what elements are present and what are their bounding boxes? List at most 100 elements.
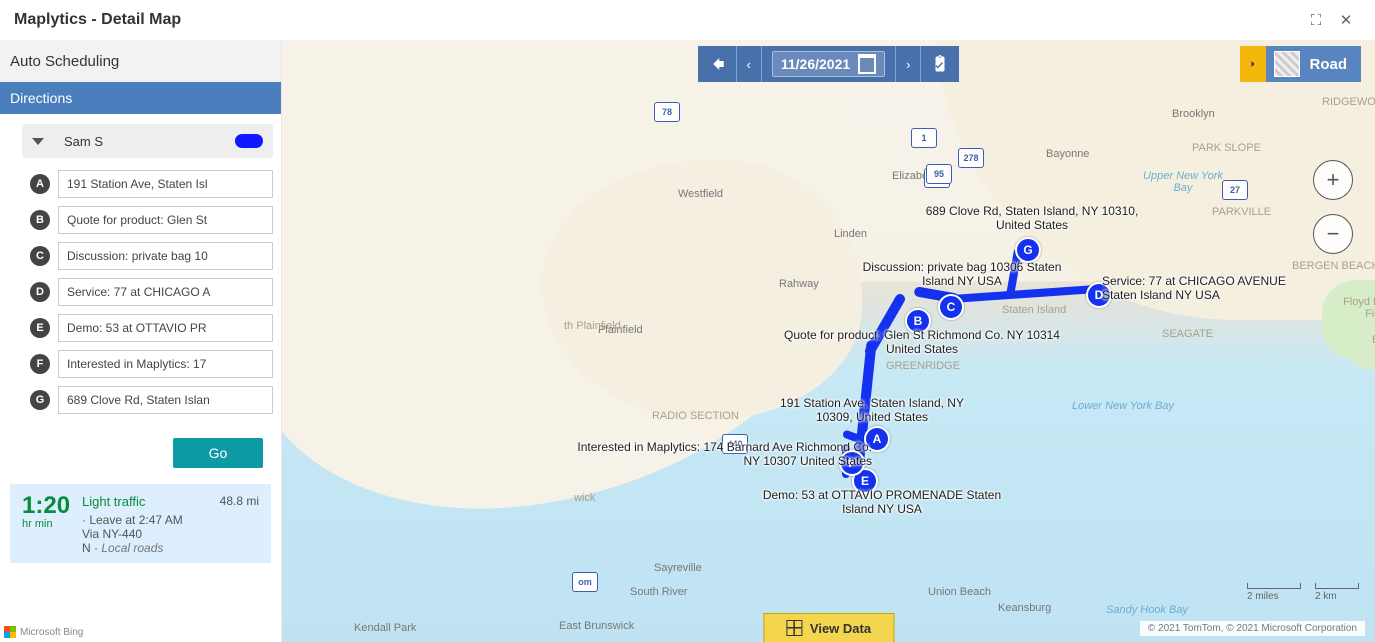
view-data-button[interactable]: View Data xyxy=(763,613,894,642)
waypoint-caption: 689 Clove Rd, Staten Island, NY 10310, U… xyxy=(922,204,1142,232)
stop-row: G xyxy=(58,386,273,414)
map-place-label: BERGEN BEACH xyxy=(1292,260,1375,272)
map-place-label: Sandy Hook Bay xyxy=(1106,604,1188,616)
map-place-label: Kendall Park xyxy=(354,622,416,634)
summary-time-units: hr min xyxy=(22,518,82,530)
route-summary: 1:20 hr min Light traffic 48.8 mi · Leav… xyxy=(10,484,271,563)
stop-letter-icon: C xyxy=(30,246,50,266)
waypoint-caption: 191 Station Ave, Staten Island, NY 10309… xyxy=(762,396,982,424)
stop-input[interactable] xyxy=(58,386,273,414)
auto-scheduling-header[interactable]: Auto Scheduling xyxy=(0,40,281,82)
map-place-label: wick xyxy=(574,492,595,504)
history-back-button[interactable] xyxy=(698,46,737,82)
map-place-label: Westfield xyxy=(678,188,723,200)
summary-leave: · Leave at 2:47 AM xyxy=(82,513,259,527)
map-place-label: th Plainfield xyxy=(564,320,621,332)
sidebar: Auto Scheduling Directions Sam S ABCDEFG… xyxy=(0,40,282,642)
driver-toggle-row[interactable]: Sam S xyxy=(22,124,273,158)
stop-letter-icon: B xyxy=(30,210,50,230)
map-place-label: Brooklyn xyxy=(1172,108,1215,120)
route-shield-icon: 27 xyxy=(1222,180,1248,200)
stop-row: F xyxy=(58,350,273,378)
stop-row: D xyxy=(58,278,273,306)
stop-input[interactable] xyxy=(58,170,273,198)
summary-via: Via NY-440 xyxy=(82,527,259,541)
stop-row: C xyxy=(58,242,273,270)
waypoint-pin[interactable]: G xyxy=(1015,237,1041,263)
waypoint-pin[interactable]: C xyxy=(938,294,964,320)
driver-badge-icon xyxy=(235,134,263,148)
map-place-label: Floyd Bennett Field xyxy=(1342,296,1375,320)
map-place-label: East Brunswick xyxy=(559,620,634,632)
chevron-down-icon xyxy=(32,138,44,145)
stop-row: A xyxy=(58,170,273,198)
map-copyright: © 2021 TomTom, © 2021 Microsoft Corporat… xyxy=(1140,621,1365,636)
expand-icon[interactable]: ⛶ xyxy=(1301,12,1331,29)
date-next-button[interactable]: › xyxy=(896,46,921,82)
date-prev-button[interactable]: ‹ xyxy=(737,46,762,82)
route-shield-icon: 1 xyxy=(911,128,937,148)
route-shield-icon: 278 xyxy=(958,148,984,168)
stop-letter-icon: A xyxy=(30,174,50,194)
map-type-thumb-icon xyxy=(1274,51,1300,77)
clipboard-button[interactable] xyxy=(921,46,959,82)
table-icon xyxy=(786,620,802,636)
zoom-in-button[interactable]: + xyxy=(1313,160,1353,200)
map-type-selector[interactable]: Road xyxy=(1240,46,1362,82)
driver-name: Sam S xyxy=(64,134,235,149)
map-type-label: Road xyxy=(1310,56,1348,73)
route-shield-icon: 95 xyxy=(926,164,952,184)
map-place-label: Sayreville xyxy=(654,562,702,574)
app-title: Maplytics - Detail Map xyxy=(14,11,1301,29)
map-type-chevron-icon[interactable] xyxy=(1240,46,1266,82)
scale-bar: 2 miles 2 km xyxy=(1247,583,1359,602)
stop-list: ABCDEFG xyxy=(22,170,273,414)
close-icon[interactable]: ✕ xyxy=(1331,11,1361,29)
map-place-label: PARKVILLE xyxy=(1212,206,1271,218)
stop-row: B xyxy=(58,206,273,234)
map-canvas[interactable]: BrooklynPARK SLOPERIDGEWOODSOUTH OZONE P… xyxy=(282,40,1375,642)
stop-input[interactable] xyxy=(58,278,273,306)
stop-letter-icon: G xyxy=(30,390,50,410)
stop-letter-icon: D xyxy=(30,282,50,302)
waypoint-caption: Service: 77 at CHICAGO AVENUE Staten Isl… xyxy=(1102,274,1322,302)
waypoint-caption: Interested in Maplytics: 174 Barnard Ave… xyxy=(572,440,872,468)
map-place-label: Keansburg xyxy=(998,602,1051,614)
stop-input[interactable] xyxy=(58,206,273,234)
route-shield-icon: 78 xyxy=(654,102,680,122)
route-shield-icon: om xyxy=(572,572,598,592)
waypoint-caption: Discussion: private bag 10306 Staten Isl… xyxy=(862,260,1062,288)
map-place-label: SEAGATE xyxy=(1162,328,1213,340)
summary-time: 1:20 xyxy=(22,494,82,518)
date-picker[interactable]: 11/26/2021 xyxy=(762,46,896,82)
stop-input[interactable] xyxy=(58,314,273,342)
map-place-label: Staten Island xyxy=(1002,304,1066,316)
waypoint-caption: Demo: 53 at OTTAVIO PROMENADE Staten Isl… xyxy=(752,488,1012,516)
map-place-label: GREENRIDGE xyxy=(886,360,960,372)
map-place-label: RADIO SECTION xyxy=(652,410,739,422)
waypoint-caption: Quote for product: Glen St Richmond Co. … xyxy=(782,328,1062,356)
stop-input[interactable] xyxy=(58,242,273,270)
date-toolbar: ‹ 11/26/2021 › xyxy=(698,46,960,82)
title-bar: Maplytics - Detail Map ⛶ ✕ xyxy=(0,0,1375,40)
bing-attribution: Microsoft Bing xyxy=(4,626,83,638)
map-place-label: South River xyxy=(630,586,687,598)
zoom-out-button[interactable]: − xyxy=(1313,214,1353,254)
calendar-icon xyxy=(858,54,876,74)
summary-distance: 48.8 mi xyxy=(220,494,259,508)
map-place-label: Lower New York Bay xyxy=(1072,400,1174,412)
map-place-label: Rahway xyxy=(779,278,819,290)
stop-row: E xyxy=(58,314,273,342)
map-place-label: Linden xyxy=(834,228,867,240)
map-place-label: PARK SLOPE xyxy=(1192,142,1261,154)
map-place-label: Upper New York Bay xyxy=(1138,170,1228,194)
stop-letter-icon: E xyxy=(30,318,50,338)
directions-header: Directions xyxy=(0,82,281,114)
stop-letter-icon: F xyxy=(30,354,50,374)
summary-extra: N · Local roads xyxy=(82,541,259,555)
stop-input[interactable] xyxy=(58,350,273,378)
map-place-label: RIDGEWOOD xyxy=(1322,96,1375,108)
map-place-label: Bayonne xyxy=(1046,148,1089,160)
map-place-label: Union Beach xyxy=(928,586,991,598)
go-button[interactable]: Go xyxy=(173,438,263,468)
